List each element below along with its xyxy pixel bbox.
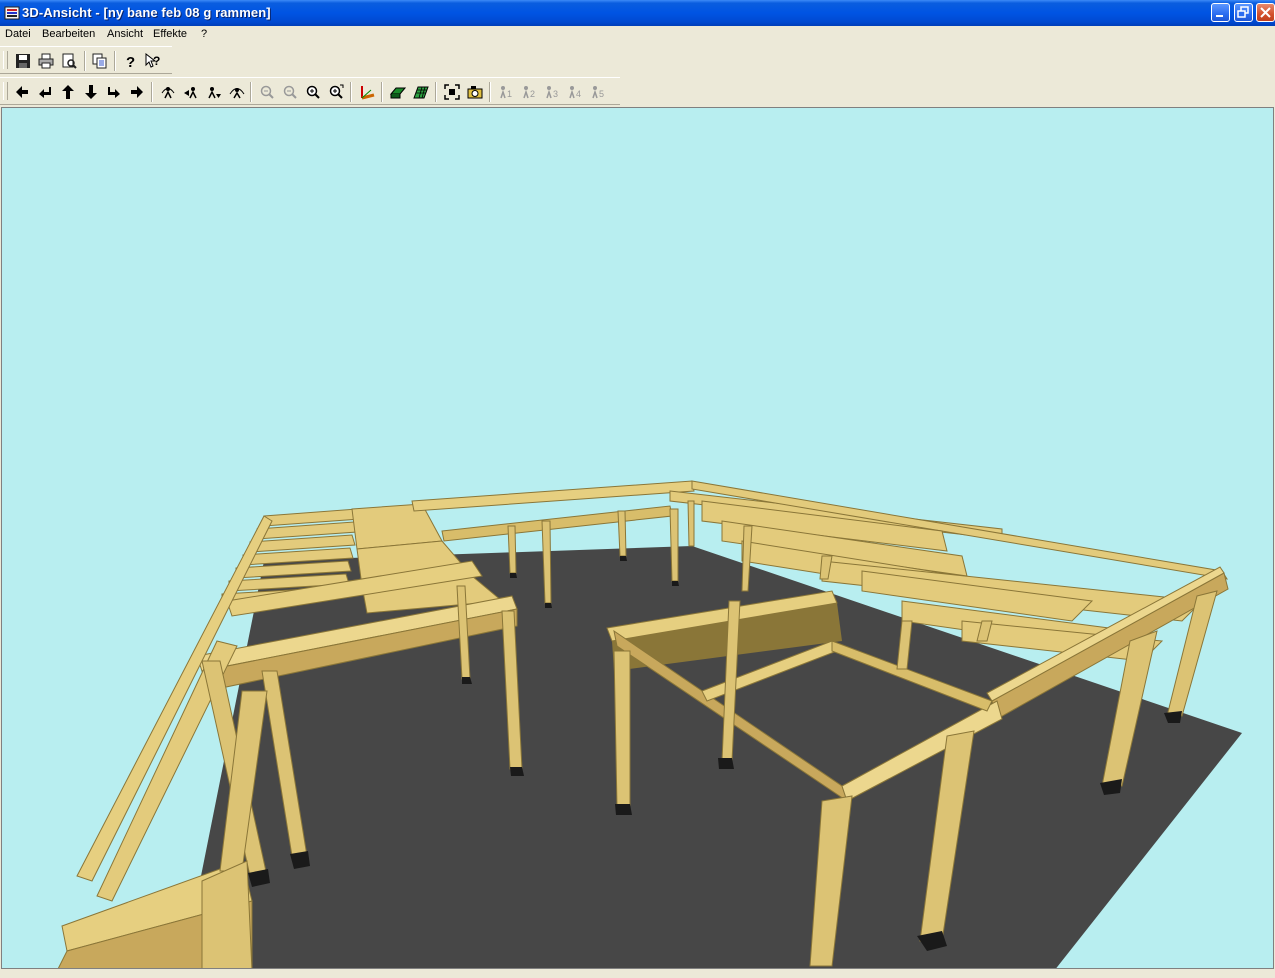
view-rotate-icon bbox=[229, 88, 245, 99]
turn-left-button[interactable] bbox=[35, 82, 55, 102]
viewpoint-2-icon: 2 bbox=[523, 86, 535, 99]
view-down-icon bbox=[208, 87, 221, 99]
camera-icon bbox=[467, 86, 483, 99]
viewpoint-1-icon: 1 bbox=[500, 86, 512, 99]
toolbar-separator bbox=[435, 82, 437, 102]
zoom-out-all-button[interactable] bbox=[257, 82, 277, 102]
viewpoint-3-icon: 3 bbox=[546, 86, 558, 99]
svg-text:?: ? bbox=[153, 54, 160, 68]
copy-icon bbox=[92, 53, 107, 69]
zoom-in-button[interactable] bbox=[303, 82, 323, 102]
viewpoint-5-button[interactable]: 5 bbox=[588, 82, 608, 102]
menu-help[interactable]: ? bbox=[201, 28, 207, 40]
arrow-left-icon bbox=[16, 86, 28, 98]
zoom-in-icon bbox=[306, 85, 320, 99]
zoom-out-button[interactable] bbox=[280, 82, 300, 102]
grid-button[interactable] bbox=[411, 82, 431, 102]
help-icon: ? bbox=[126, 54, 135, 69]
minimize-icon bbox=[1216, 15, 1223, 17]
turn-left-icon bbox=[39, 87, 51, 98]
toolbar-separator bbox=[84, 51, 86, 71]
turn-right-button[interactable] bbox=[104, 82, 124, 102]
toolbar-separator bbox=[489, 82, 491, 102]
zoom-out-icon bbox=[283, 85, 297, 99]
toolbar-separator bbox=[151, 82, 153, 102]
print-preview-icon bbox=[62, 53, 77, 69]
viewpoint-1-button[interactable]: 1 bbox=[496, 82, 516, 102]
toolbar-grip[interactable] bbox=[3, 51, 8, 69]
viewpoint-5-icon: 5 bbox=[592, 86, 604, 99]
beam bbox=[441, 505, 673, 542]
toolbar-grip[interactable] bbox=[3, 82, 8, 100]
camera-button[interactable] bbox=[465, 82, 485, 102]
print-preview-button[interactable] bbox=[59, 51, 79, 71]
restore-icon bbox=[1237, 6, 1249, 18]
move-left-button[interactable] bbox=[12, 82, 32, 102]
save-icon bbox=[16, 54, 30, 68]
context-help-button[interactable]: ? bbox=[143, 51, 163, 71]
turn-right-icon bbox=[108, 87, 120, 98]
close-icon bbox=[1260, 7, 1271, 18]
viewpoint-3-button[interactable]: 3 bbox=[542, 82, 562, 102]
3d-viewport[interactable] bbox=[1, 107, 1274, 969]
move-right-button[interactable] bbox=[127, 82, 147, 102]
beam bbox=[411, 480, 695, 512]
view-left-button[interactable] bbox=[181, 82, 201, 102]
move-up-button[interactable] bbox=[58, 82, 78, 102]
title-bar: 3D-Ansicht - [ny bane feb 08 g rammen] bbox=[0, 0, 1275, 26]
save-button[interactable] bbox=[13, 51, 33, 71]
menu-bar: Datei Bearbeiten Ansicht Effekte ? bbox=[0, 26, 1275, 45]
view-down-button[interactable] bbox=[204, 82, 224, 102]
zoom-out-all-icon bbox=[260, 85, 274, 99]
toolbar-separator bbox=[381, 82, 383, 102]
app-icon[interactable] bbox=[4, 5, 20, 21]
zoom-in-all-button[interactable] bbox=[326, 82, 346, 102]
menu-datei[interactable]: Datei bbox=[5, 28, 31, 40]
view-rotate-up-button[interactable] bbox=[158, 82, 178, 102]
viewpoint-4-button[interactable]: 4 bbox=[565, 82, 585, 102]
toolbar-separator bbox=[114, 51, 116, 71]
axis-icon bbox=[361, 86, 375, 100]
copy-button[interactable] bbox=[90, 51, 110, 71]
navigation-toolbar: 1 2 3 4 5 bbox=[0, 77, 620, 105]
axis-button[interactable] bbox=[357, 82, 377, 102]
toolbar-separator bbox=[350, 82, 352, 102]
standard-toolbar: ? ? bbox=[0, 46, 172, 74]
print-icon bbox=[38, 53, 54, 69]
status-strip bbox=[0, 969, 1275, 978]
view-left-icon bbox=[184, 87, 197, 99]
menu-ansicht[interactable]: Ansicht bbox=[107, 28, 143, 40]
grid-icon bbox=[413, 86, 429, 99]
svg-text:?: ? bbox=[126, 54, 135, 69]
menu-effekte[interactable]: Effekte bbox=[153, 28, 187, 40]
arrow-right-icon bbox=[131, 86, 143, 98]
3d-scene bbox=[57, 480, 1242, 968]
fit-view-icon bbox=[444, 84, 460, 100]
minimize-button[interactable] bbox=[1211, 3, 1230, 22]
svg-text:1: 1 bbox=[507, 89, 512, 99]
print-button[interactable] bbox=[36, 51, 56, 71]
svg-text:3: 3 bbox=[553, 89, 558, 99]
surface-button[interactable] bbox=[388, 82, 408, 102]
close-button[interactable] bbox=[1256, 3, 1275, 22]
toolbar-separator bbox=[250, 82, 252, 102]
view-rotate-up-icon bbox=[161, 87, 175, 99]
arrow-down-icon bbox=[85, 85, 97, 99]
help-button[interactable]: ? bbox=[120, 51, 140, 71]
arrow-up-icon bbox=[62, 85, 74, 99]
restore-button[interactable] bbox=[1234, 3, 1253, 22]
fit-view-button[interactable] bbox=[442, 82, 462, 102]
svg-text:5: 5 bbox=[599, 89, 604, 99]
viewpoint-2-button[interactable]: 2 bbox=[519, 82, 539, 102]
surface-icon bbox=[390, 87, 406, 99]
move-down-button[interactable] bbox=[81, 82, 101, 102]
context-help-icon: ? bbox=[145, 53, 160, 68]
viewpoint-4-icon: 4 bbox=[569, 86, 581, 99]
window-title: 3D-Ansicht - [ny bane feb 08 g rammen] bbox=[22, 5, 271, 20]
zoom-in-all-icon bbox=[329, 84, 344, 99]
menu-bearbeiten[interactable]: Bearbeiten bbox=[42, 28, 95, 40]
svg-text:4: 4 bbox=[576, 89, 581, 99]
svg-text:2: 2 bbox=[530, 89, 535, 99]
view-rotate-button[interactable] bbox=[227, 82, 247, 102]
